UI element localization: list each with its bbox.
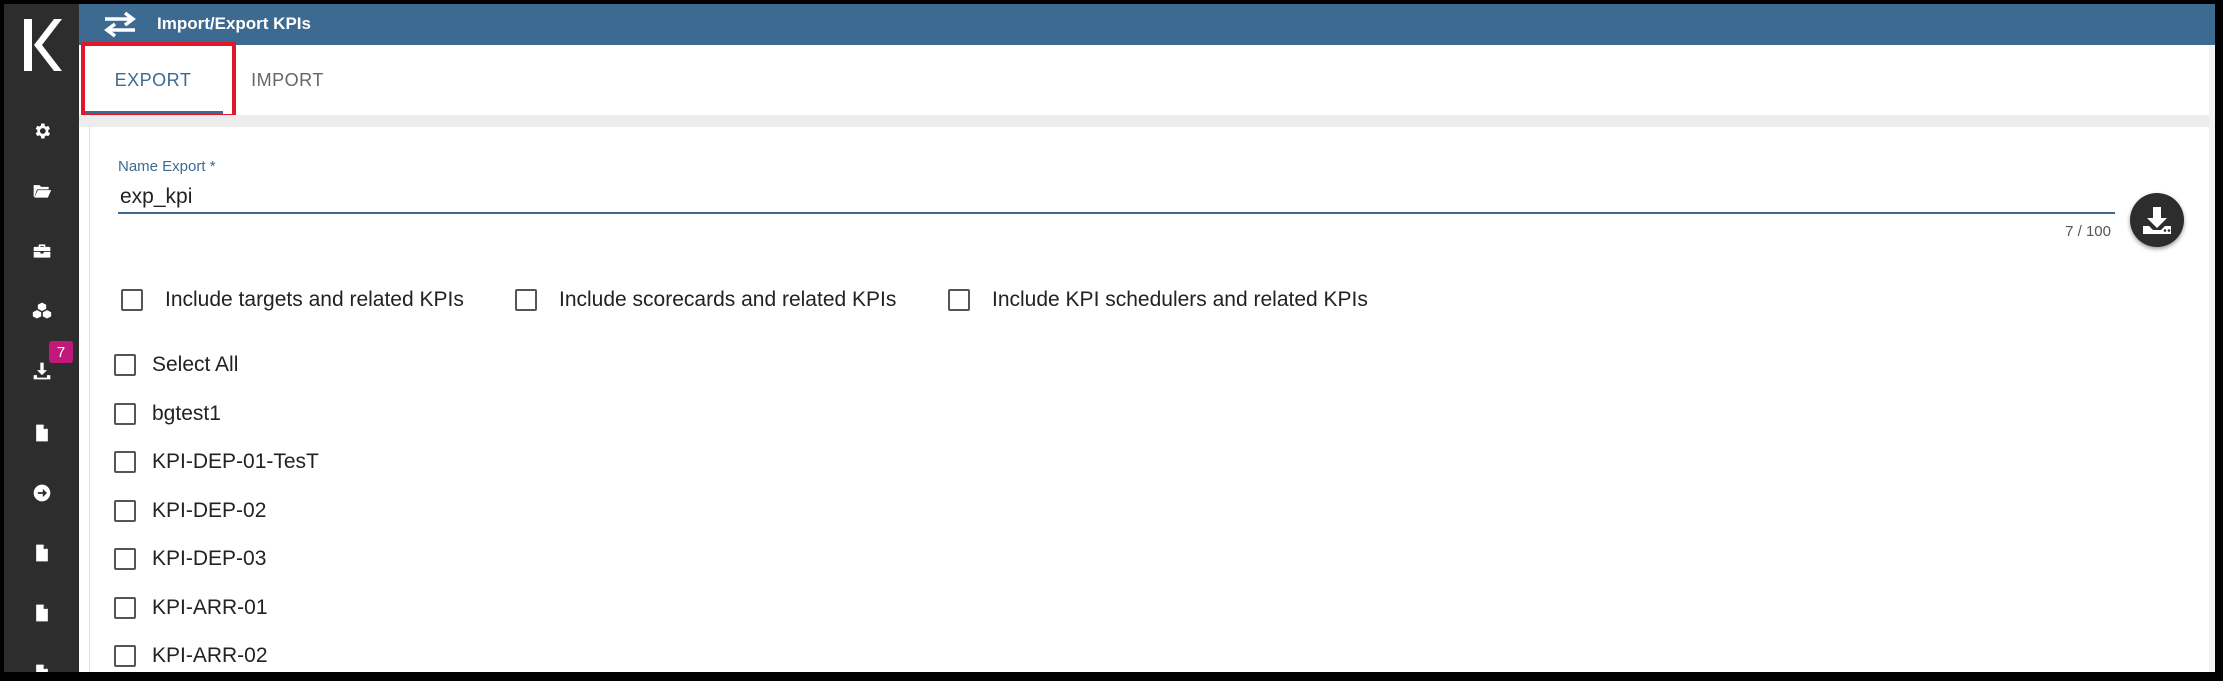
- sidebar: 7: [4, 4, 79, 672]
- notification-badge: 7: [49, 341, 73, 363]
- download-icon: [2143, 207, 2171, 234]
- k-logo-icon: [23, 19, 62, 71]
- tab-export[interactable]: EXPORT: [83, 45, 223, 115]
- download-icon: [33, 362, 50, 380]
- tab-bar: EXPORT IMPORT: [79, 45, 2215, 115]
- kpi-label: KPI-DEP-03: [152, 547, 267, 570]
- document-icon: [35, 604, 48, 622]
- app-logo[interactable]: [4, 4, 79, 86]
- sidebar-item-document-2[interactable]: [4, 528, 79, 578]
- document-icon: [35, 424, 48, 442]
- swap-arrows-icon: [104, 11, 136, 38]
- download-export-button[interactable]: [2130, 193, 2184, 247]
- arrow-circle-right-icon: [33, 484, 50, 502]
- sidebar-item-download[interactable]: 7: [4, 341, 79, 396]
- kpi-label: KPI-DEP-01-TesT: [152, 450, 319, 473]
- name-export-label: Name Export *: [118, 158, 216, 175]
- document-icon: [35, 664, 48, 672]
- cubes-icon: [32, 302, 51, 319]
- option-include-targets[interactable]: Include targets and related KPIs: [121, 288, 464, 312]
- tab-import[interactable]: IMPORT: [225, 45, 350, 115]
- list-item[interactable]: KPI-ARR-02: [114, 644, 268, 668]
- sidebar-item-document-3[interactable]: [4, 588, 79, 638]
- list-item[interactable]: KPI-ARR-01: [114, 596, 268, 620]
- sidebar-item-settings[interactable]: [4, 106, 79, 156]
- sidebar-item-arrow[interactable]: [4, 468, 79, 518]
- option-include-targets-checkbox[interactable]: [121, 289, 143, 311]
- kpi-checkbox[interactable]: [114, 597, 136, 619]
- document-icon: [35, 544, 48, 562]
- sidebar-item-cubes[interactable]: [4, 286, 79, 336]
- option-include-schedulers-label: Include KPI schedulers and related KPIs: [992, 288, 1368, 311]
- sidebar-item-document-1[interactable]: [4, 408, 79, 458]
- select-all-item[interactable]: Select All: [114, 353, 238, 377]
- kpi-checkbox[interactable]: [114, 500, 136, 522]
- select-all-label: Select All: [152, 353, 239, 376]
- briefcase-icon: [33, 244, 50, 258]
- sidebar-item-briefcase[interactable]: [4, 226, 79, 276]
- sidebar-item-document-4[interactable]: [4, 648, 79, 672]
- option-include-targets-label: Include targets and related KPIs: [165, 288, 464, 311]
- kpi-checkbox[interactable]: [114, 645, 136, 667]
- option-include-schedulers[interactable]: Include KPI schedulers and related KPIs: [948, 288, 1368, 312]
- gear-icon: [35, 123, 50, 139]
- name-export-input[interactable]: [118, 182, 2115, 214]
- kpi-label: bgtest1: [152, 402, 221, 425]
- option-include-scorecards-checkbox[interactable]: [515, 289, 537, 311]
- sidebar-item-folder[interactable]: [4, 166, 79, 216]
- required-mark: *: [209, 158, 216, 175]
- active-tab-indicator: [83, 111, 223, 114]
- kpi-label: KPI-DEP-02: [152, 499, 267, 522]
- list-item[interactable]: KPI-DEP-01-TesT: [114, 450, 319, 474]
- option-include-scorecards[interactable]: Include scorecards and related KPIs: [515, 288, 896, 312]
- list-item[interactable]: KPI-DEP-03: [114, 547, 266, 571]
- page-title: Import/Export KPIs: [157, 14, 311, 33]
- list-item[interactable]: bgtest1: [114, 402, 221, 426]
- name-export-label-text: Name Export: [118, 158, 206, 175]
- section-divider: [79, 115, 2215, 127]
- kpi-label: KPI-ARR-01: [152, 596, 268, 619]
- app-window: 7 Import/Export KPIs EXPORT IMPORT Name …: [4, 4, 2215, 672]
- select-all-checkbox[interactable]: [114, 354, 136, 376]
- list-item[interactable]: KPI-DEP-02: [114, 499, 266, 523]
- folder-open-icon: [33, 185, 51, 198]
- character-counter: 7 / 100: [2065, 223, 2111, 240]
- kpi-label: KPI-ARR-02: [152, 644, 268, 667]
- kpi-checkbox[interactable]: [114, 403, 136, 425]
- kpi-checkbox[interactable]: [114, 451, 136, 473]
- option-include-schedulers-checkbox[interactable]: [948, 289, 970, 311]
- option-include-scorecards-label: Include scorecards and related KPIs: [559, 288, 897, 311]
- header-bar: Import/Export KPIs: [79, 4, 2215, 45]
- kpi-checkbox[interactable]: [114, 548, 136, 570]
- scrollbar-track[interactable]: [2209, 45, 2215, 672]
